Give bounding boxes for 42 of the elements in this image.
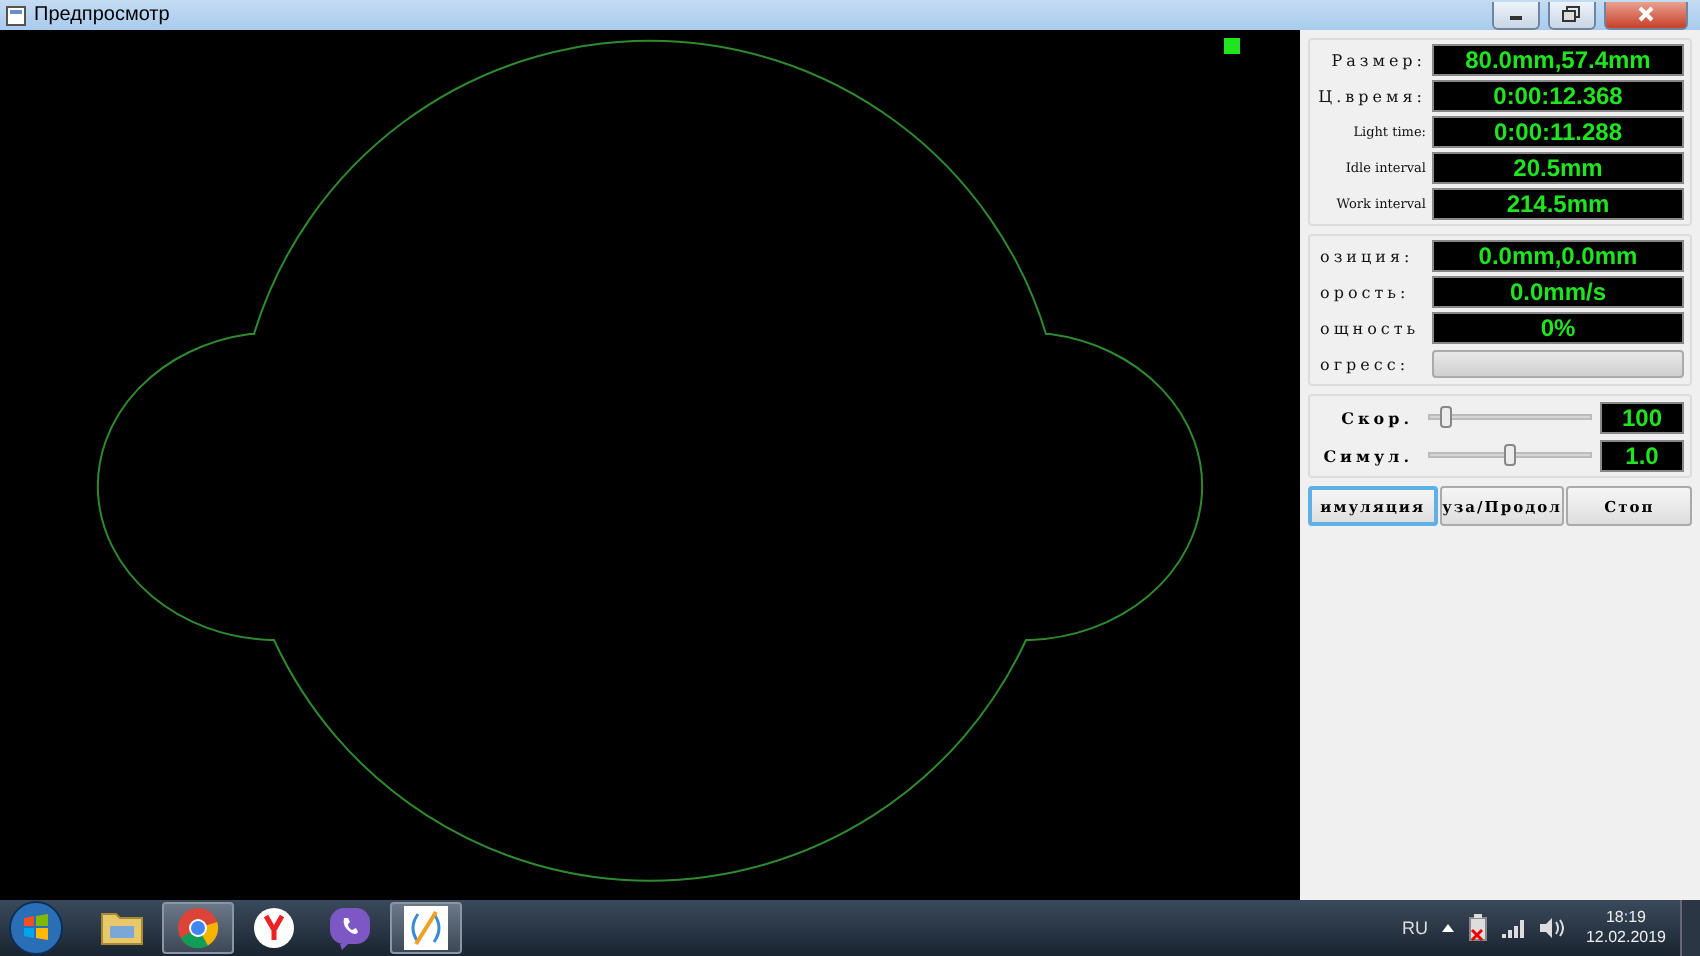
maximize-button[interactable] [1548,1,1596,29]
field-label: орость: [1318,283,1412,301]
slider-label: Скор. [1339,407,1413,427]
field-label: ощность [1318,319,1422,337]
yandex-icon [252,906,296,950]
value-display: 80.0mm,57.4mm [1432,44,1684,76]
signal-icon[interactable] [1501,918,1526,938]
close-icon [1636,6,1656,22]
laser-icon [404,906,448,950]
value-display: 100 [1600,401,1684,433]
window-title: Предпросмотр [34,4,170,26]
window-icon [6,5,26,25]
clock-date: 12.02.2019 [1585,928,1666,948]
field-label: огресс: [1318,355,1412,373]
minimize-button[interactable] [1492,1,1540,29]
maximize-icon [1562,6,1582,22]
speaker-icon[interactable] [1539,918,1564,938]
value-display: 0% [1432,312,1684,344]
field-label: Размер: [1329,51,1426,69]
clock-time: 18:19 [1605,908,1646,928]
value-display: 0.0mm/s [1432,276,1684,308]
value-display: 214.5mm [1432,188,1684,220]
status-indicator [1224,38,1240,54]
folder-icon [100,908,144,948]
value-display: 20.5mm [1432,152,1684,184]
value-display: 0:00:12.368 [1432,80,1684,112]
browser-icon [176,906,220,950]
viber-icon [328,906,372,950]
battery-icon[interactable] [1467,914,1488,942]
language-indicator[interactable]: RU [1401,918,1428,938]
value-display: 0.0mm,0.0mm [1432,240,1684,272]
close-button[interactable] [1604,1,1688,29]
field-label: Ц.время: [1316,87,1426,105]
taskbar-app-button[interactable] [390,902,462,954]
tray-arrow-icon[interactable] [1441,924,1454,932]
value-display: 1.0 [1600,439,1684,471]
value-display: 0:00:11.288 [1432,116,1684,148]
start-button[interactable] [8,900,64,956]
taskbar-app-button[interactable] [162,902,234,954]
slider-label: Симул. [1321,445,1413,465]
clock[interactable]: 18:19 12.02.2019 [1585,908,1666,948]
field-label: озиция: [1318,247,1416,265]
